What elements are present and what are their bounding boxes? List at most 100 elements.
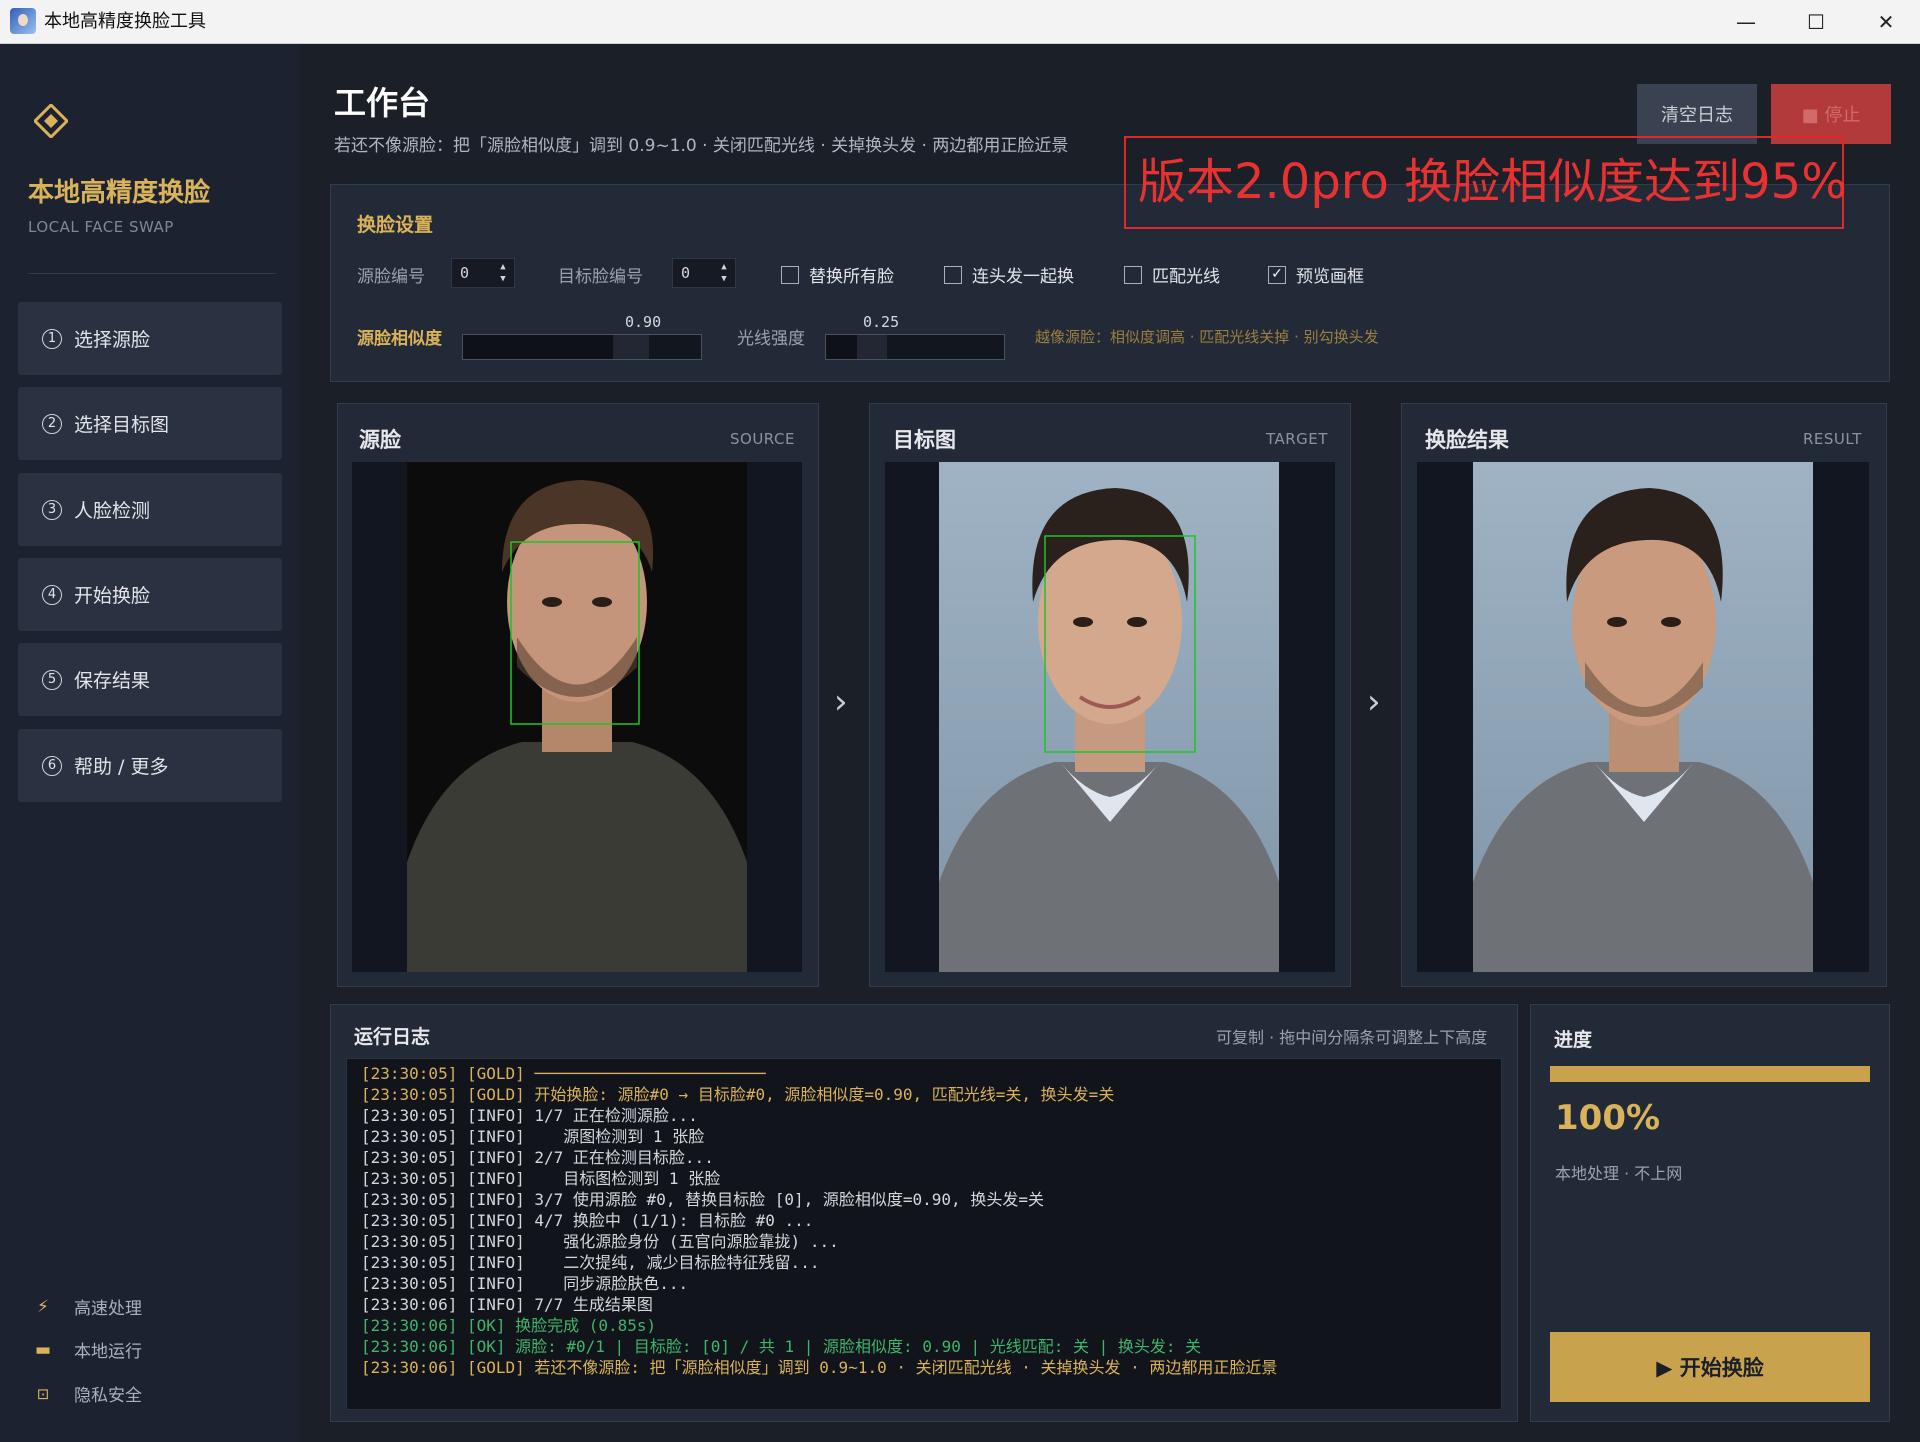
stop-button[interactable]: ■ 停止 — [1771, 84, 1891, 144]
target-index-spinbox[interactable]: 0 ▲ ▼ — [672, 258, 736, 288]
log-line: [23:30:05] [GOLD] 开始换脸: 源脸#0 → 目标脸#0, 源脸… — [361, 1085, 1115, 1104]
step-number: 6 — [42, 755, 62, 776]
log-line: [23:30:06] [GOLD] 若还不像源脸: 把「源脸相似度」调到 0.9… — [361, 1358, 1278, 1377]
log-line: [23:30:05] [INFO] 3/7 使用源脸 #0, 替换目标脸 [0]… — [361, 1190, 1044, 1209]
log-textarea[interactable]: [23:30:05] [GOLD] ──────────────────────… — [346, 1058, 1502, 1410]
close-button[interactable]: ✕ — [1851, 0, 1920, 44]
arrow-right-icon: › — [1367, 682, 1381, 722]
log-line: [23:30:05] [INFO] 二次提纯, 减少目标脸特征残留... — [361, 1253, 820, 1272]
step-number: 3 — [42, 499, 62, 520]
spin-value: 0 — [681, 264, 691, 282]
progress-bar — [1550, 1066, 1870, 1082]
log-line: [23:30:06] [OK] 源脸: #0/1 | 目标脸: [0] / 共 … — [361, 1337, 1202, 1356]
step-number: 5 — [42, 669, 62, 690]
source-index-spinbox[interactable]: 0 ▲ ▼ — [451, 258, 515, 288]
result-panel-sub: RESULT — [1803, 430, 1862, 448]
log-line: [23:30:06] [OK] 换脸完成 (0.85s) — [361, 1316, 657, 1335]
footer-label: 隐私安全 — [74, 1386, 142, 1406]
log-line: [23:30:05] [INFO] 4/7 换脸中 (1/1): 目标脸 #0 … — [361, 1211, 814, 1230]
checkmark-icon[interactable]: ✓ — [1268, 265, 1286, 284]
nav-save-result[interactable]: 5 保存结果 — [18, 643, 282, 716]
preview-box-checkbox[interactable]: ✓ 预览画框 — [1268, 262, 1364, 287]
similarity-slider[interactable] — [462, 334, 702, 360]
target-portrait-image — [939, 462, 1279, 972]
settings-hint: 越像源脸：相似度调高 · 匹配光线关掉 · 别勾换头发 — [1035, 328, 1379, 346]
sidebar-divider — [28, 273, 276, 274]
footer-local-run: ▬ 本地运行 — [30, 1337, 142, 1363]
spin-value: 0 — [460, 264, 470, 282]
minimize-button[interactable]: — — [1711, 0, 1781, 44]
checkbox-label: 匹配光线 — [1152, 267, 1220, 287]
result-image-area[interactable] — [1417, 462, 1869, 972]
log-hint: 可复制 · 拖中间分隔条可调整上下高度 — [1216, 1028, 1488, 1047]
brand-title: 本地高精度换脸 — [28, 178, 211, 208]
log-line: [23:30:05] [INFO] 目标图检测到 1 张脸 — [361, 1169, 721, 1188]
log-line: [23:30:05] [INFO] 2/7 正在检测目标脸... — [361, 1148, 714, 1167]
source-panel-sub: SOURCE — [730, 430, 795, 448]
lightning-icon: ⚡ — [37, 1296, 49, 1317]
log-line: [23:30:05] [INFO] 1/7 正在检测源脸... — [361, 1106, 698, 1125]
log-line: [23:30:06] [INFO] 7/7 生成结果图 — [361, 1295, 653, 1314]
source-portrait-image — [407, 462, 747, 972]
target-image-area[interactable] — [885, 462, 1335, 972]
settings-title: 换脸设置 — [357, 214, 434, 236]
slider-handle[interactable] — [857, 335, 888, 359]
progress-title: 进度 — [1554, 1029, 1593, 1051]
replace-all-faces-checkbox[interactable]: 替换所有脸 — [781, 262, 894, 287]
checkbox-label: 替换所有脸 — [809, 267, 894, 287]
match-light-checkbox[interactable]: 匹配光线 — [1124, 262, 1220, 287]
nav-help-more[interactable]: 6 帮助 / 更多 — [18, 729, 282, 802]
brand-subtitle: LOCAL FACE SWAP — [28, 218, 174, 236]
page-title: 工作台 — [334, 84, 431, 122]
nav-start-swap[interactable]: 4 开始换脸 — [18, 558, 282, 631]
maximize-button[interactable]: ☐ — [1781, 0, 1851, 44]
nav-label: 人脸检测 — [74, 500, 151, 522]
light-value: 0.25 — [863, 313, 900, 331]
log-line: [23:30:05] [INFO] 同步源脸肤色... — [361, 1274, 689, 1293]
progress-note: 本地处理 · 不上网 — [1555, 1164, 1683, 1183]
progress-percent: 100% — [1555, 1098, 1661, 1138]
nav-label: 开始换脸 — [74, 585, 151, 607]
nav-label: 选择目标图 — [74, 414, 170, 436]
source-panel-title: 源脸 — [359, 428, 401, 452]
light-label: 光线强度 — [737, 329, 805, 349]
result-portrait-image — [1473, 462, 1813, 972]
footer-high-speed: ⚡ 高速处理 — [30, 1294, 142, 1320]
checkbox-box[interactable] — [944, 265, 962, 284]
nav-label: 保存结果 — [74, 670, 151, 692]
app-icon — [10, 8, 36, 34]
checkbox-box[interactable] — [1124, 265, 1142, 284]
step-number: 2 — [42, 413, 62, 434]
checkbox-box[interactable] — [781, 265, 799, 284]
slider-handle[interactable] — [612, 335, 649, 359]
nav-label: 选择源脸 — [74, 329, 151, 351]
nav-select-source[interactable]: 1 选择源脸 — [18, 302, 282, 375]
clear-log-button[interactable]: 清空日志 — [1637, 84, 1757, 144]
source-index-label: 源脸编号 — [357, 267, 425, 287]
version-banner: 版本2.0pro 换脸相似度达到95% — [1124, 136, 1847, 229]
source-image-area[interactable] — [352, 462, 802, 972]
target-index-label: 目标脸编号 — [558, 267, 643, 287]
swap-hair-checkbox[interactable]: 连头发一起换 — [944, 262, 1074, 287]
similarity-label: 源脸相似度 — [357, 329, 442, 349]
progress-fill — [1550, 1066, 1870, 1082]
log-line: [23:30:05] [INFO] 强化源脸身份 (五官向源脸靠拢) ... — [361, 1232, 839, 1251]
light-slider[interactable] — [825, 334, 1005, 360]
footer-privacy: ⊡ 隐私安全 — [30, 1381, 142, 1407]
checkbox-label: 预览画框 — [1296, 267, 1364, 287]
footer-label: 高速处理 — [74, 1299, 142, 1319]
window-titlebar — [0, 0, 1920, 44]
computer-icon: ▬ — [34, 1339, 52, 1360]
nav-select-target[interactable]: 2 选择目标图 — [18, 387, 282, 460]
similarity-value: 0.90 — [625, 313, 662, 331]
nav-label: 帮助 / 更多 — [74, 756, 169, 778]
start-swap-button[interactable]: ▶ 开始换脸 — [1550, 1332, 1870, 1402]
nav-face-detect[interactable]: 3 人脸检测 — [18, 473, 282, 546]
slider-fill — [463, 335, 613, 359]
log-title: 运行日志 — [354, 1026, 431, 1048]
result-panel-title: 换脸结果 — [1425, 428, 1509, 452]
footer-label: 本地运行 — [74, 1342, 142, 1362]
target-panel-sub: TARGET — [1266, 430, 1328, 448]
spin-arrows-icon[interactable]: ▲ ▼ — [496, 261, 510, 285]
spin-arrows-icon[interactable]: ▲ ▼ — [717, 261, 731, 285]
